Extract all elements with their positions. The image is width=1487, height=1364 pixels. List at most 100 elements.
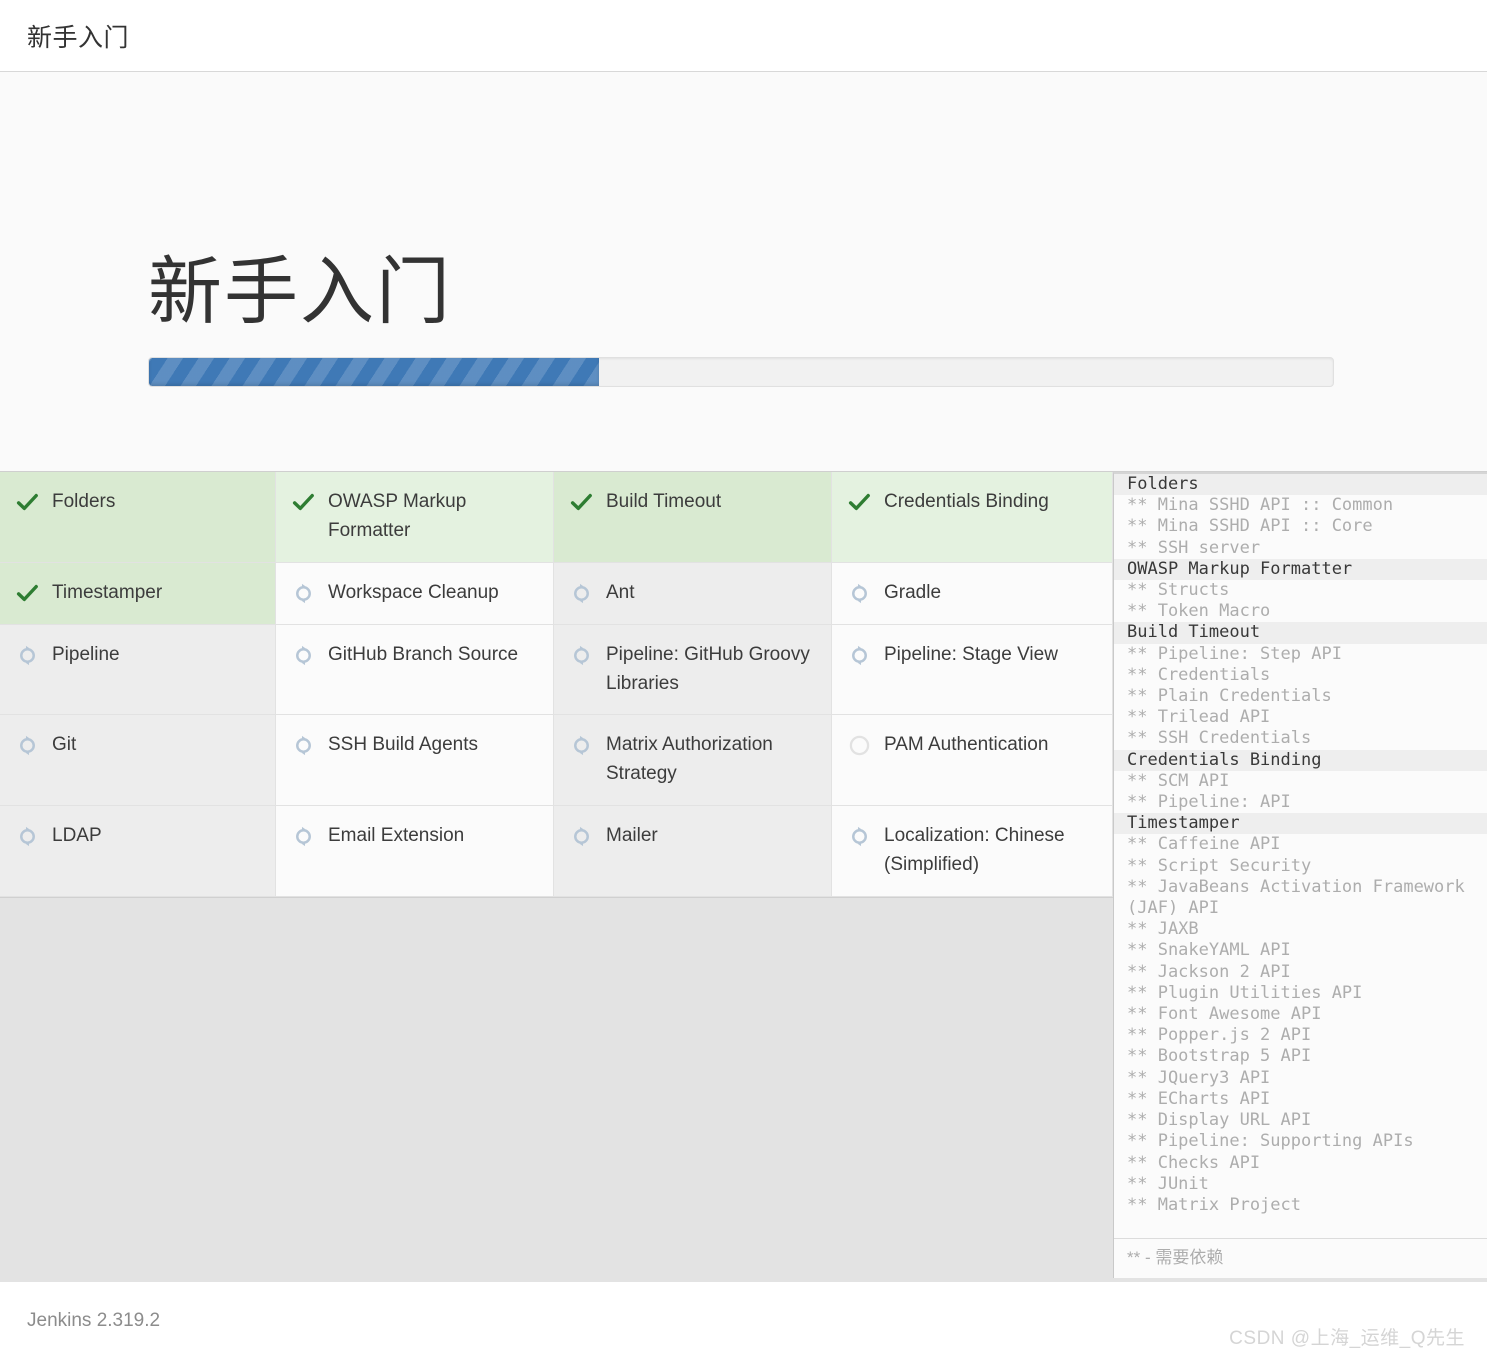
log-line-plugin: Folders (1114, 474, 1487, 496)
plugin-cell: Workspace Cleanup (276, 562, 554, 625)
spinner-icon (292, 825, 315, 848)
plugin-cell: Build Timeout (554, 472, 832, 563)
plugin-cell: Mailer (554, 806, 832, 897)
spinner-icon (570, 734, 593, 757)
plugin-cell: Ant (554, 562, 832, 625)
log-line-plugin: Credentials Binding (1114, 749, 1487, 771)
log-line-dependency: ** Token Macro (1127, 601, 1271, 622)
log-line-dependency: ** Structs (1127, 580, 1230, 601)
log-line-dependency: ** Mina SSHD API :: Core (1127, 516, 1373, 537)
plugin-name-label: Pipeline (52, 643, 120, 665)
install-log-list[interactable]: Folders ** Mina SSHD API :: Common ** Mina… (1114, 474, 1487, 1238)
plugin-name-label: Email Extension (328, 825, 465, 847)
csdn-watermark: CSDN @上海_运维_Q先生 (1229, 1328, 1465, 1349)
hero-title: 新手入门 (148, 250, 452, 333)
spinner-icon (570, 582, 593, 605)
log-line-dependency: ** JavaBeans Activation Framework (JAF) … (1127, 876, 1465, 919)
log-line-dependency: ** Plain Credentials (1127, 686, 1332, 707)
log-line-plugin: Timestamper (1114, 813, 1487, 835)
plugin-cell: PAM Authentication (832, 715, 1113, 807)
check-icon (16, 582, 39, 605)
plugin-name-label: PAM Authentication (884, 734, 1049, 756)
plugin-name-label: Git (52, 734, 77, 756)
plugin-name-label: SSH Build Agents (328, 734, 478, 756)
log-line-dependency: ** JQuery3 API (1127, 1067, 1271, 1088)
log-legend-text: ** - 需要依赖 (1127, 1247, 1224, 1267)
plugin-name-label: Gradle (884, 581, 942, 603)
page-title: 新手入门 (27, 23, 130, 52)
log-line-dependency: ** SSH Credentials (1127, 728, 1312, 749)
plugin-cell: OWASP Markup Formatter (276, 472, 554, 563)
log-line-plugin: OWASP Markup Formatter (1114, 558, 1487, 581)
log-line-dependency: ** Trilead API (1127, 707, 1271, 728)
log-line-dependency: ** Display URL API (1127, 1110, 1312, 1131)
log-line-dependency: ** Font Awesome API (1127, 1004, 1322, 1025)
log-line-dependency: ** Matrix Project (1127, 1194, 1301, 1215)
log-line-plugin: Build Timeout (1114, 622, 1487, 644)
plugin-cell: Pipeline (0, 624, 276, 716)
plugin-name-label: Credentials Binding (884, 491, 1049, 512)
log-line-dependency: ** Credentials (1127, 664, 1271, 685)
log-line-dependency: ** Mina SSHD API :: Common (1127, 495, 1394, 516)
plugin-cell: LDAP (0, 806, 276, 897)
spinner-icon (848, 825, 871, 848)
plugin-cell: SSH Build Agents (276, 715, 554, 807)
log-line-dependency: ** SSH server (1127, 537, 1261, 558)
plugin-cell: GitHub Branch Source (276, 624, 554, 716)
check-icon (16, 491, 39, 514)
log-line-dependency: ** Plugin Utilities API (1127, 982, 1363, 1003)
log-line-dependency: ** SnakeYAML API (1127, 940, 1291, 961)
install-log-panel[interactable]: Folders ** Mina SSHD API :: Common ** Mina… (1113, 472, 1487, 1278)
install-progress-bar (148, 357, 1334, 387)
plugin-cell: Folders (0, 472, 276, 563)
spinner-icon (292, 582, 315, 605)
log-line-dependency: ** Pipeline: Step API (1127, 643, 1342, 664)
log-line-dependency: ** Jackson 2 API (1127, 961, 1291, 982)
plugin-cell: Credentials Binding (832, 472, 1113, 563)
main-content: Folders OWASP Markup Formatter Build Timeo… (0, 472, 1487, 1282)
plugin-name-label: Pipeline: Stage View (884, 643, 1058, 665)
plugin-status-grid: Folders OWASP Markup Formatter Build Timeo… (0, 472, 1113, 898)
log-line-dependency: ** Popper.js 2 API (1127, 1025, 1312, 1046)
spinner-icon (848, 582, 871, 605)
log-line-dependency: ** ECharts API (1127, 1088, 1271, 1109)
plugin-name-label: LDAP (52, 825, 102, 847)
plugin-cell: Email Extension (276, 806, 554, 897)
jenkins-version-label: Jenkins 2.319.2 (27, 1310, 161, 1331)
spinner-icon (570, 644, 593, 667)
plugin-cell: Timestamper (0, 562, 276, 625)
install-progress-fill (149, 358, 599, 386)
check-icon (848, 491, 871, 514)
plugin-cell: Pipeline: Stage View (832, 624, 1113, 716)
circle-icon (848, 734, 871, 757)
spinner-icon (16, 825, 39, 848)
plugin-name-label: Timestamper (52, 581, 163, 603)
plugin-name-label: Workspace Cleanup (328, 581, 499, 603)
plugin-name-label: Pipeline: GitHub Groovy Libraries (606, 643, 810, 694)
plugin-name-label: Ant (606, 581, 635, 603)
log-line-dependency: ** Caffeine API (1127, 834, 1281, 855)
log-line-dependency: ** Checks API (1127, 1152, 1261, 1173)
plugin-cell: Localization: Chinese (Simplified) (832, 806, 1113, 897)
plugin-cell: Pipeline: GitHub Groovy Libraries (554, 624, 832, 716)
plugin-name-label: Mailer (606, 825, 658, 847)
plugin-name-label: Folders (52, 491, 116, 512)
hero-section: 新手入门 (0, 72, 1487, 472)
plugin-cell: Git (0, 715, 276, 807)
check-icon (292, 491, 315, 514)
spinner-icon (570, 825, 593, 848)
page-footer: Jenkins 2.319.2 CSDN @上海_运维_Q先生 (0, 1282, 1487, 1364)
log-line-dependency: ** JAXB (1127, 919, 1199, 940)
log-line-dependency: ** JUnit (1127, 1173, 1209, 1194)
hero-inner: 新手入门 (148, 255, 1337, 387)
plugin-name-label: GitHub Branch Source (328, 643, 519, 665)
spinner-icon (16, 734, 39, 757)
check-icon (570, 491, 593, 514)
plugin-name-label: Matrix Authorization Strategy (606, 734, 773, 785)
log-legend: ** - 需要依赖 (1114, 1237, 1487, 1278)
top-header-bar: 新手入门 (0, 0, 1487, 72)
log-line-dependency: ** Pipeline: Supporting APIs (1127, 1131, 1414, 1152)
plugin-name-label: Localization: Chinese (Simplified) (884, 825, 1065, 875)
spinner-icon (292, 644, 315, 667)
spinner-icon (16, 644, 39, 667)
